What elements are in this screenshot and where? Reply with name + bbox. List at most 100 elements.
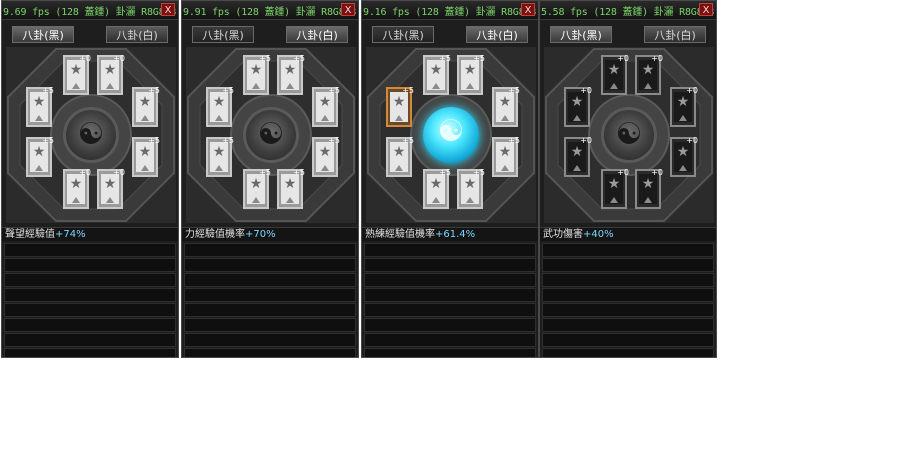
card-face: ★ (210, 142, 228, 172)
bagua-card-slot[interactable]: ★ +0 (63, 54, 91, 95)
bagua-card-slot[interactable]: ★ +0 (635, 168, 663, 209)
stat-row (184, 348, 356, 357)
star-icon: ★ (392, 144, 406, 160)
bagua-card-slot[interactable]: ★ +5 (312, 86, 340, 127)
bagua-card-slot[interactable]: ★ +5 (423, 54, 451, 95)
title-bar[interactable]: 9.91 fps (128 蓋鍾) 卦灑 R8G8B8 X (182, 1, 358, 20)
bagua-card-slot[interactable]: ★ +5 (243, 168, 271, 209)
card-face: ★ (30, 142, 48, 172)
yin-yang-orb[interactable]: ☯ (63, 107, 119, 163)
card-level: +0 (617, 54, 629, 63)
card-level: +5 (328, 86, 340, 95)
bagua-panel: 9.69 fps (128 蓋鍾) 卦灑 R8G8B8 X 八卦(黑) 八卦(白… (1, 0, 179, 358)
title-bar[interactable]: 9.16 fps (128 蓋鍾) 卦灑 R8G8B8 X (362, 1, 538, 20)
card-level: +5 (439, 54, 451, 63)
stat-label: 武功傷害 (543, 229, 583, 240)
bagua-card-slot[interactable]: ★ +5 (457, 168, 485, 209)
bagua-card-slot[interactable]: ★ +5 (206, 136, 234, 177)
bagua-card-slot[interactable]: ★ +5 (243, 54, 271, 95)
stat-row (364, 348, 536, 357)
tab-bagua-black[interactable]: 八卦(黑) (372, 26, 434, 43)
card-level: +5 (508, 86, 520, 95)
card-face: ★ (136, 92, 154, 122)
triangle-icon (215, 165, 223, 171)
card-face: ★ (136, 142, 154, 172)
tab-bagua-white[interactable]: 八卦(白) (106, 26, 168, 43)
card-face: ★ (101, 174, 119, 204)
window-title: 9.69 fps (128 蓋鍾) 卦灑 R8G8B8 (3, 7, 177, 18)
bagua-card-slot[interactable]: ★ +5 (277, 54, 305, 95)
bagua-card-slot[interactable]: ★ +5 (132, 86, 160, 127)
yin-yang-orb[interactable]: ☯ (601, 107, 657, 163)
bagua-card-slot[interactable]: ★ +5 (206, 86, 234, 127)
star-icon: ★ (392, 94, 406, 110)
stat-list (364, 243, 536, 357)
close-button[interactable]: X (699, 3, 713, 16)
close-button[interactable]: X (521, 3, 535, 16)
card-face: ★ (427, 60, 445, 90)
bagua-card-slot[interactable]: ★ +5 (26, 86, 54, 127)
title-bar[interactable]: 5.58 fps (128 蓋鍾) 卦灑 R8G8B8 X (540, 1, 716, 20)
bagua-card-slot[interactable]: ★ +5 (423, 168, 451, 209)
bagua-board: ☯ ★ +0 ★ +0 ★ +5 ★ +5 ★ +5 ★ +5 ★ +0 ★ +… (6, 47, 176, 223)
bagua-card-slot[interactable]: ★ +0 (635, 54, 663, 95)
bagua-card-slot[interactable]: ★ +5 (312, 136, 340, 177)
star-icon: ★ (641, 176, 655, 192)
bagua-card-slot[interactable]: ★ +5 (492, 86, 520, 127)
bagua-card-slot[interactable]: ★ +0 (564, 136, 592, 177)
bagua-card-slot[interactable]: ★ +0 (564, 86, 592, 127)
yin-yang-orb[interactable]: ☯ (243, 107, 299, 163)
title-bar[interactable]: 9.69 fps (128 蓋鍾) 卦灑 R8G8B8 X (2, 1, 178, 20)
card-level: +0 (651, 54, 663, 63)
bagua-card-slot[interactable]: ★ +0 (97, 168, 125, 209)
bagua-card-slot[interactable]: ★ +0 (63, 168, 91, 209)
card-face: ★ (605, 60, 623, 90)
bagua-card-slot[interactable]: ★ +5 (457, 54, 485, 95)
bagua-card-slot[interactable]: ★ +5 (26, 136, 54, 177)
card-level: +5 (402, 86, 414, 95)
stat-row (4, 288, 176, 302)
bagua-card-slot[interactable]: ★ +5 (277, 168, 305, 209)
card-face: ★ (281, 60, 299, 90)
tab-bagua-white[interactable]: 八卦(白) (644, 26, 706, 43)
tab-bagua-white[interactable]: 八卦(白) (286, 26, 348, 43)
close-button[interactable]: X (161, 3, 175, 16)
stat-value: +61.4% (435, 229, 476, 240)
bagua-card-slot[interactable]: ★ +0 (670, 86, 698, 127)
card-level: +0 (580, 86, 592, 95)
bagua-card-slot[interactable]: ★ +5 (492, 136, 520, 177)
bagua-card-slot[interactable]: ★ +0 (670, 136, 698, 177)
bagua-card-slot[interactable]: ★ +5 (132, 136, 160, 177)
triangle-icon (466, 83, 474, 89)
stat-row (364, 318, 536, 332)
bagua-card-slot[interactable]: ★ +0 (97, 54, 125, 95)
yin-yang-orb[interactable]: ☯ (423, 107, 479, 163)
bagua-card-slot[interactable]: ★ +0 (601, 54, 629, 95)
card-face: ★ (639, 174, 657, 204)
stat-row (542, 288, 714, 302)
card-level: +0 (580, 136, 592, 145)
tab-bagua-white[interactable]: 八卦(白) (466, 26, 528, 43)
bagua-board: ☯ ★ +5 ★ +5 ★ +5 ★ +5 ★ +5 ★ +5 ★ +5 ★ +… (366, 47, 536, 223)
card-face: ★ (674, 92, 692, 122)
close-button[interactable]: X (341, 3, 355, 16)
star-icon: ★ (249, 176, 263, 192)
bagua-card-slot[interactable]: ★ +5 (386, 136, 414, 177)
card-face: ★ (427, 174, 445, 204)
tab-bagua-black[interactable]: 八卦(黑) (192, 26, 254, 43)
card-face: ★ (247, 60, 265, 90)
tab-bagua-black[interactable]: 八卦(黑) (12, 26, 74, 43)
stat-row (184, 243, 356, 257)
card-level: +5 (42, 86, 54, 95)
star-icon: ★ (212, 94, 226, 110)
stat-bonus: 聲望經驗值+74% (2, 227, 178, 241)
bagua-card-slot[interactable]: ★ +0 (601, 168, 629, 209)
tab-bagua-black[interactable]: 八卦(黑) (550, 26, 612, 43)
stat-bonus: 武功傷害+40% (540, 227, 716, 241)
stat-row (364, 303, 536, 317)
triangle-icon (106, 197, 114, 203)
bagua-card-slot[interactable]: ★ +5 (386, 86, 414, 127)
card-level: +5 (293, 168, 305, 177)
triangle-icon (501, 165, 509, 171)
triangle-icon (466, 197, 474, 203)
